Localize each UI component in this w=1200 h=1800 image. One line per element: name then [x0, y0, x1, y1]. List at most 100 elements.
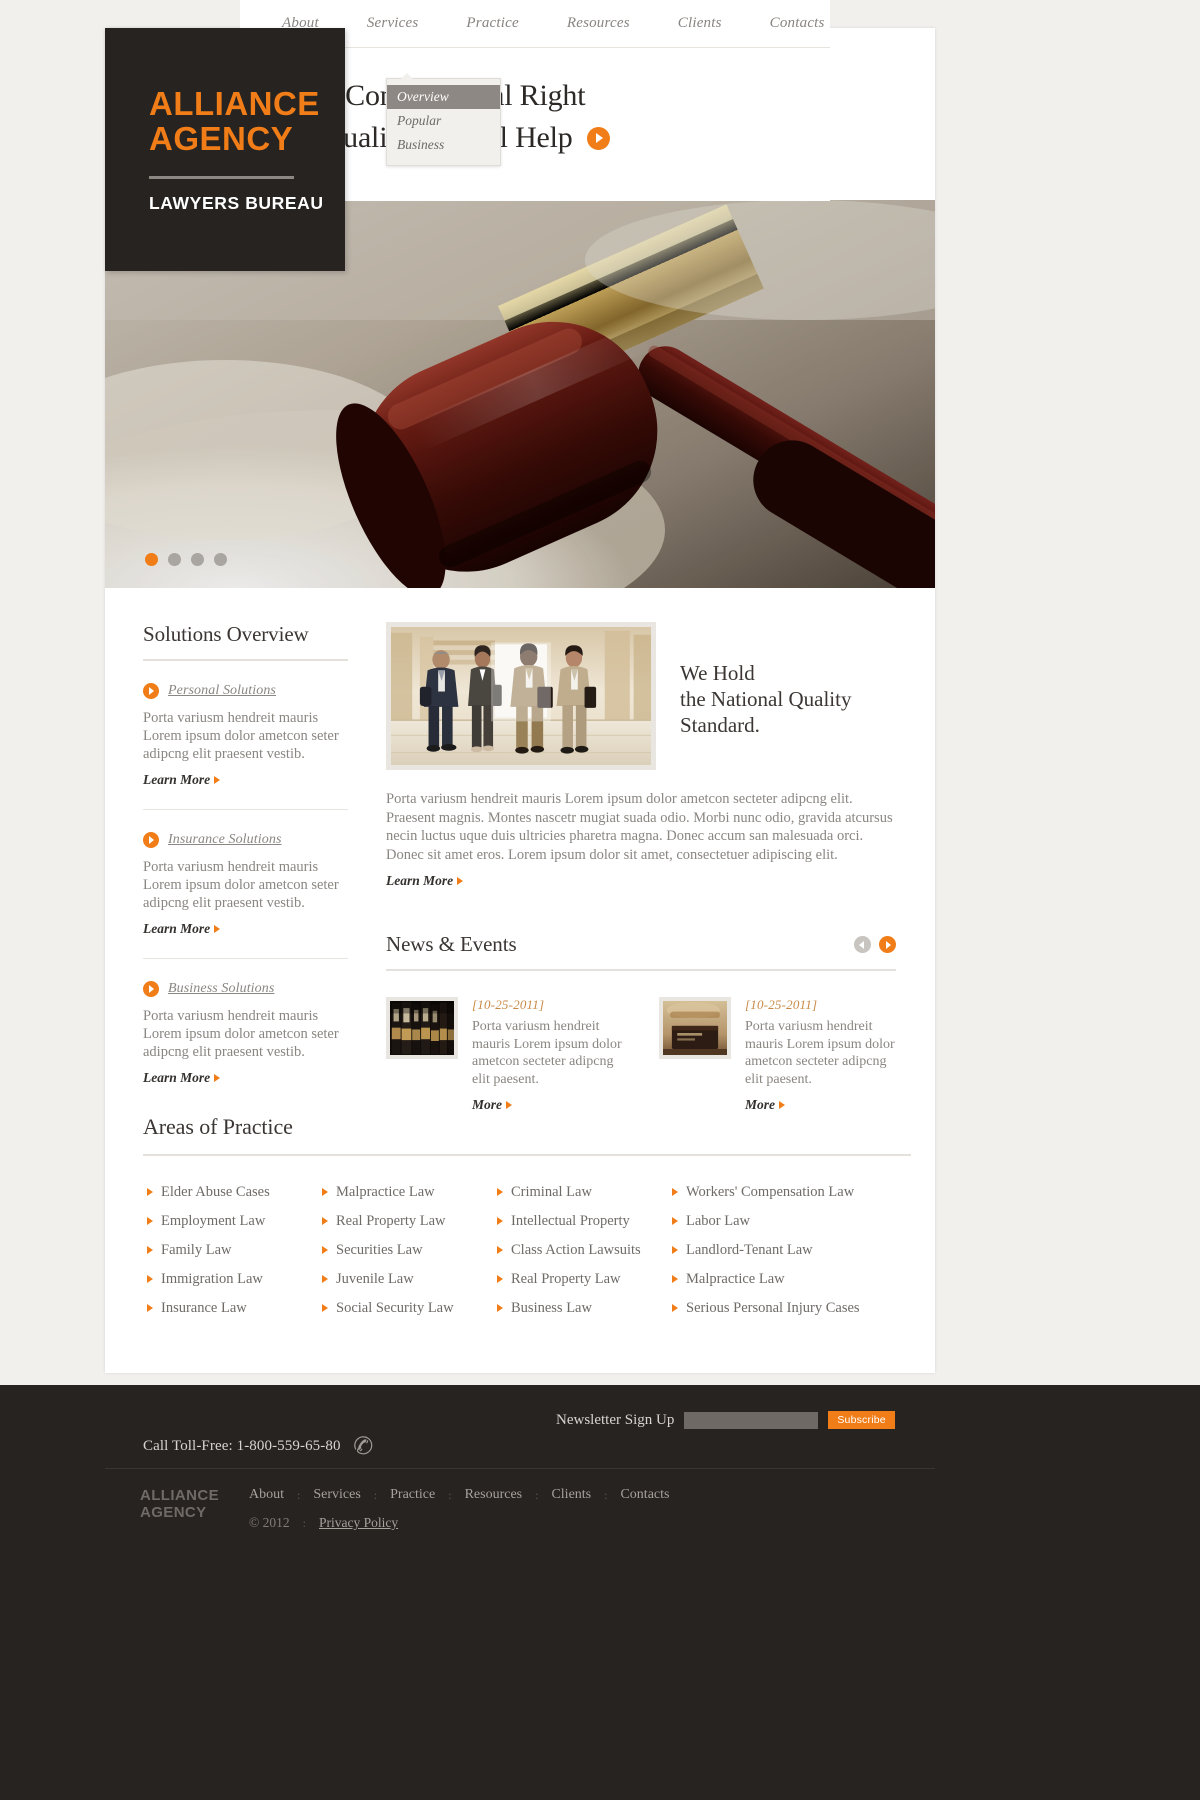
nav-item-practice[interactable]: Practice: [466, 15, 518, 32]
solution-text-business: Porta variusm hendreit mauris Lorem ipsu…: [143, 1008, 339, 1060]
arrow-right-icon: [779, 1101, 785, 1109]
practice-item[interactable]: Social Security Law: [322, 1300, 497, 1316]
practice-item[interactable]: Elder Abuse Cases: [147, 1184, 322, 1200]
arrow-right-icon: [497, 1304, 503, 1312]
arrow-right-icon: [497, 1275, 503, 1283]
solution-link-business[interactable]: Business Solutions: [168, 981, 274, 997]
quality-heading-line3: Standard.: [680, 713, 760, 737]
practice-item[interactable]: Labor Law: [672, 1213, 892, 1229]
practice-item[interactable]: Immigration Law: [147, 1271, 322, 1287]
law-books-image: [390, 1001, 454, 1055]
practice-item[interactable]: Securities Law: [322, 1242, 497, 1258]
practice-item[interactable]: Family Law: [147, 1242, 322, 1258]
learn-more-insurance[interactable]: Learn More: [143, 921, 221, 937]
page-root: Your Constitutional Right for Qualified …: [0, 0, 1200, 1800]
solution-divider-2: [143, 958, 348, 959]
practice-item[interactable]: Class Action Lawsuits: [497, 1242, 672, 1258]
copyright-text: © 2012: [249, 1515, 290, 1530]
dropdown-item-popular[interactable]: Popular: [387, 109, 500, 133]
solution-text-insurance: Porta variusm hendreit mauris Lorem ipsu…: [143, 859, 339, 911]
play-icon[interactable]: [586, 126, 610, 150]
practice-column-2: Malpractice Law Real Property Law Securi…: [322, 1184, 497, 1329]
arrow-right-icon: [214, 776, 221, 784]
logo-tagline: LAWYERS BUREAU: [149, 193, 324, 213]
arrow-right-icon: [147, 1275, 153, 1283]
arrow-right-icon: [322, 1188, 328, 1196]
newsletter-label: Newsletter Sign Up: [556, 1411, 675, 1428]
news-text: Porta variusm hendreit mauris Lorem ipsu…: [472, 1019, 622, 1087]
bullet-arrow-icon: [143, 832, 159, 848]
footer-separator: :: [373, 1487, 378, 1502]
slider-dot-3[interactable]: [191, 553, 204, 566]
practice-column-4: Workers' Compensation Law Labor Law Land…: [672, 1184, 892, 1329]
chevron-left-icon[interactable]: [854, 936, 871, 953]
solution-item-insurance: Insurance Solutions Porta variusm hendre…: [143, 832, 348, 938]
practice-item[interactable]: Insurance Law: [147, 1300, 322, 1316]
arrow-right-icon: [506, 1101, 512, 1109]
news-title: News & Events: [386, 932, 517, 956]
slider-dots[interactable]: [145, 553, 227, 566]
news-text: Porta variusm hendreit mauris Lorem ipsu…: [745, 1019, 895, 1087]
practice-item[interactable]: Real Property Law: [497, 1271, 672, 1287]
practice-item[interactable]: Serious Personal Injury Cases: [672, 1300, 892, 1316]
solution-link-insurance[interactable]: Insurance Solutions: [168, 832, 282, 848]
footer-separator: :: [302, 1515, 306, 1530]
nav-item-clients[interactable]: Clients: [678, 15, 722, 32]
practice-item[interactable]: Real Property Law: [322, 1213, 497, 1229]
arrow-right-icon: [214, 1074, 221, 1082]
slider-dot-1[interactable]: [145, 553, 158, 566]
newsletter-input[interactable]: [684, 1411, 819, 1429]
site-logo[interactable]: ALLIANCE AGENCY LAWYERS BUREAU: [105, 28, 345, 271]
privacy-policy-link[interactable]: Privacy Policy: [319, 1515, 398, 1531]
practice-item[interactable]: Landlord-Tenant Law: [672, 1242, 892, 1258]
quality-block: We Hold the National Quality Standard.: [386, 622, 896, 770]
nav-item-services[interactable]: Services: [367, 15, 419, 32]
footer-link-resources[interactable]: Resources: [465, 1487, 523, 1503]
team-photo-image: [391, 627, 651, 765]
practice-item[interactable]: Malpractice Law: [672, 1271, 892, 1287]
footer-link-clients[interactable]: Clients: [551, 1487, 591, 1503]
solution-link-personal[interactable]: Personal Solutions: [168, 683, 276, 699]
practice-item[interactable]: Workers' Compensation Law: [672, 1184, 892, 1200]
footer-link-services[interactable]: Services: [313, 1487, 360, 1503]
quality-body-text: Porta variusm hendreit mauris Lorem ipsu…: [386, 791, 893, 863]
practice-item[interactable]: Business Law: [497, 1300, 672, 1316]
subscribe-button[interactable]: Subscribe: [828, 1411, 895, 1429]
site-footer: Call Toll-Free: 1-800-559-65-80 ✆ Newsle…: [0, 1385, 1200, 1800]
nav-item-resources[interactable]: Resources: [567, 15, 630, 32]
practice-title: Areas of Practice: [143, 1114, 293, 1139]
learn-more-business[interactable]: Learn More: [143, 1070, 221, 1086]
practice-item[interactable]: Juvenile Law: [322, 1271, 497, 1287]
slider-dot-2[interactable]: [168, 553, 181, 566]
practice-item[interactable]: Intellectual Property: [497, 1213, 672, 1229]
chevron-right-icon[interactable]: [879, 936, 896, 953]
footer-link-about[interactable]: About: [249, 1487, 284, 1503]
dropdown-item-business[interactable]: Business: [387, 133, 500, 157]
arrow-right-icon: [322, 1217, 328, 1225]
practice-item[interactable]: Malpractice Law: [322, 1184, 497, 1200]
solution-divider-1: [143, 809, 348, 810]
footer-separator: :: [297, 1487, 301, 1502]
nav-item-contacts[interactable]: Contacts: [770, 15, 825, 32]
practice-item[interactable]: Criminal Law: [497, 1184, 672, 1200]
news-header: News & Events: [386, 932, 896, 957]
footer-link-practice[interactable]: Practice: [390, 1487, 435, 1503]
practice-item[interactable]: Employment Law: [147, 1213, 322, 1229]
arrow-right-icon: [214, 925, 221, 933]
learn-more-quality[interactable]: Learn More: [386, 873, 464, 889]
arrow-right-icon: [672, 1217, 678, 1225]
dropdown-item-overview[interactable]: Overview: [387, 85, 500, 109]
news-more-link[interactable]: More: [745, 1097, 785, 1113]
practice-divider: [143, 1154, 911, 1156]
practice-column-1: Elder Abuse Cases Employment Law Family …: [147, 1184, 322, 1329]
areas-of-practice: Areas of Practice Elder Abuse Cases Empl…: [143, 1114, 911, 1329]
footer-separator: :: [535, 1487, 539, 1502]
footer-logo[interactable]: ALLIANCE AGENCY: [140, 1487, 245, 1531]
news-more-link[interactable]: More: [472, 1097, 512, 1113]
footer-link-contacts[interactable]: Contacts: [620, 1487, 669, 1503]
slider-dot-4[interactable]: [214, 553, 227, 566]
quality-heading: We Hold the National Quality Standard.: [680, 622, 851, 738]
news-date: [10-25-2011]: [472, 997, 545, 1012]
footer-divider: [105, 1468, 935, 1469]
learn-more-personal[interactable]: Learn More: [143, 772, 221, 788]
